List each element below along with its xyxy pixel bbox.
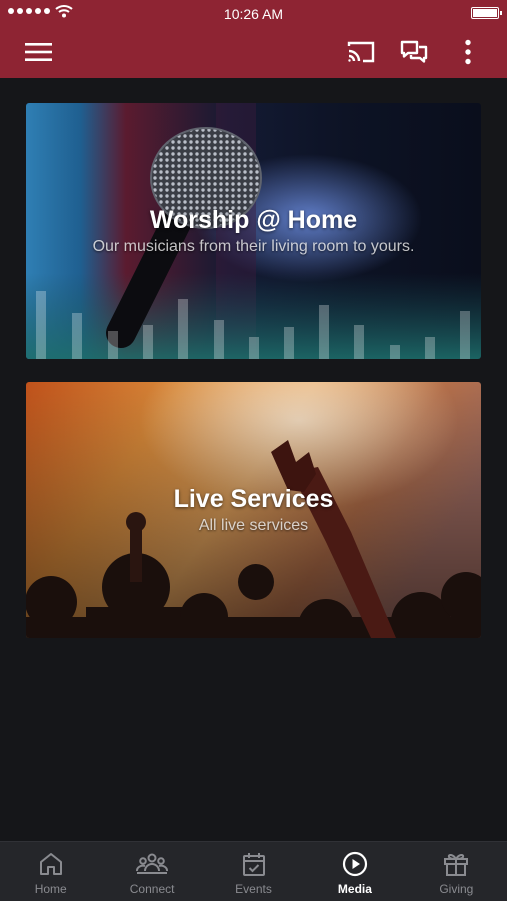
calendar-check-icon <box>242 853 265 876</box>
tab-label: Giving <box>439 882 474 896</box>
home-icon <box>39 853 62 875</box>
people-icon <box>136 853 169 874</box>
tab-giving[interactable]: Giving <box>406 842 507 901</box>
gift-icon <box>444 853 469 876</box>
card-subtitle: All live services <box>198 517 309 534</box>
status-time: 10:26 AM <box>223 6 284 22</box>
card-title: Worship @ Home <box>149 206 358 234</box>
tab-label: Connect <box>129 882 175 896</box>
app-bar <box>0 26 507 78</box>
cast-icon[interactable] <box>339 26 383 78</box>
status-bar: 10:26 AM <box>0 0 507 26</box>
battery-icon <box>471 7 502 19</box>
tab-label: Media <box>337 882 372 896</box>
tab-label: Events <box>235 882 272 896</box>
more-vertical-icon[interactable] <box>446 26 490 78</box>
tab-media[interactable]: Media <box>304 842 405 901</box>
tab-connect[interactable]: Connect <box>101 842 202 901</box>
card-subtitle: Our musicians from their living room to … <box>92 238 415 255</box>
card-title: Live Services <box>173 485 334 513</box>
hamburger-menu-icon[interactable] <box>17 26 61 78</box>
tab-label: Home <box>34 882 67 896</box>
live-services-card[interactable]: Live Services All live services <box>26 382 481 638</box>
tab-home[interactable]: Home <box>0 842 101 901</box>
tab-events[interactable]: Events <box>203 842 304 901</box>
worship-at-home-card[interactable]: Worship @ Home Our musicians from their … <box>26 103 481 359</box>
play-circle-icon <box>342 851 368 877</box>
bottom-tab-bar: Home Connect Events Media Giving <box>0 841 507 901</box>
chat-icon[interactable] <box>392 26 436 78</box>
